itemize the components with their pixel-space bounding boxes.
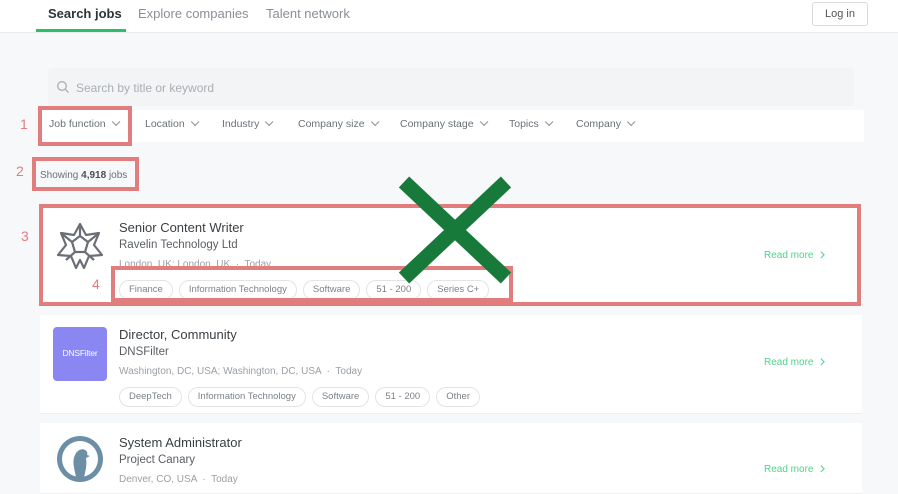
annotation-box-job-function bbox=[38, 106, 132, 146]
job-posted: Today bbox=[211, 474, 238, 485]
read-more-link[interactable]: Read more bbox=[764, 464, 826, 475]
filter-label: Location bbox=[145, 118, 185, 130]
company-name: DNSFilter bbox=[119, 346, 169, 358]
chevron-down-icon bbox=[544, 117, 554, 127]
annotation-number: 1 bbox=[20, 116, 28, 132]
job-meta: Washington, DC, USA; Washington, DC, USA… bbox=[119, 366, 363, 377]
filter-label: Company bbox=[576, 118, 621, 130]
chevron-right-icon bbox=[818, 358, 826, 366]
chevron-down-icon bbox=[479, 117, 488, 127]
annotation-number: 4 bbox=[92, 276, 100, 292]
filter-company-size[interactable]: Company size bbox=[298, 117, 379, 130]
chevron-down-icon bbox=[626, 117, 636, 127]
filter-label: Industry bbox=[222, 118, 260, 130]
chevron-down-icon bbox=[190, 117, 200, 127]
chevron-right-icon bbox=[818, 465, 826, 473]
tab-talent-network[interactable]: Talent network bbox=[266, 6, 350, 21]
logo-text: DNSFilter bbox=[62, 348, 98, 358]
bird-silhouette-logo-icon bbox=[57, 436, 103, 482]
active-tab-indicator bbox=[36, 29, 126, 32]
chevron-down-icon bbox=[370, 117, 379, 127]
read-more-label: Read more bbox=[764, 357, 814, 368]
dnsfilter-logo: DNSFilter bbox=[53, 327, 107, 381]
chevron-down-icon bbox=[265, 117, 274, 127]
job-location: Washington, DC, USA; Washington, DC, USA bbox=[119, 366, 322, 377]
filter-label: Company size bbox=[298, 118, 365, 130]
login-button[interactable]: Log in bbox=[812, 2, 868, 26]
company-name: Project Canary bbox=[119, 454, 196, 466]
search-input[interactable] bbox=[74, 77, 838, 99]
job-title[interactable]: Director, Community bbox=[119, 327, 237, 342]
annotation-number: 2 bbox=[16, 163, 24, 179]
job-meta: Denver, CO, USA · Today bbox=[119, 474, 238, 485]
read-more-label: Read more bbox=[764, 464, 814, 475]
job-card[interactable]: System Administrator Project Canary Denv… bbox=[40, 423, 862, 494]
tab-explore-companies[interactable]: Explore companies bbox=[138, 6, 249, 21]
tag[interactable]: Software bbox=[311, 387, 370, 407]
read-more-link[interactable]: Read more bbox=[764, 357, 826, 368]
tag[interactable]: 51 - 200 bbox=[375, 387, 431, 407]
filter-company[interactable]: Company bbox=[576, 117, 636, 130]
search-box bbox=[48, 68, 854, 106]
filter-topics[interactable]: Topics bbox=[509, 117, 554, 130]
tag[interactable]: Information Technology bbox=[187, 387, 306, 407]
top-nav: Search jobs Explore companies Talent net… bbox=[0, 0, 898, 33]
cross-mark-icon bbox=[398, 176, 512, 284]
filter-label: Company stage bbox=[400, 118, 474, 130]
tab-search-jobs[interactable]: Search jobs bbox=[48, 6, 122, 21]
filter-company-stage[interactable]: Company stage bbox=[400, 117, 488, 130]
tag-list: DeepTech Information Technology Software 51… bbox=[119, 386, 486, 407]
annotation-number: 3 bbox=[21, 228, 29, 244]
job-location: Denver, CO, USA bbox=[119, 474, 197, 485]
job-card[interactable]: DNSFilter Director, Community DNSFilter … bbox=[40, 315, 862, 414]
filter-bar: Job function Location Industry Company s… bbox=[40, 110, 864, 142]
job-title[interactable]: System Administrator bbox=[119, 435, 242, 450]
tag[interactable]: DeepTech bbox=[119, 387, 182, 407]
search-icon bbox=[57, 81, 69, 93]
tag[interactable]: Other bbox=[436, 387, 480, 407]
filter-location[interactable]: Location bbox=[145, 117, 200, 130]
job-posted: Today bbox=[335, 366, 363, 377]
filter-label: Topics bbox=[509, 118, 539, 130]
filter-industry[interactable]: Industry bbox=[222, 117, 274, 130]
annotation-box-results-count bbox=[32, 157, 139, 191]
